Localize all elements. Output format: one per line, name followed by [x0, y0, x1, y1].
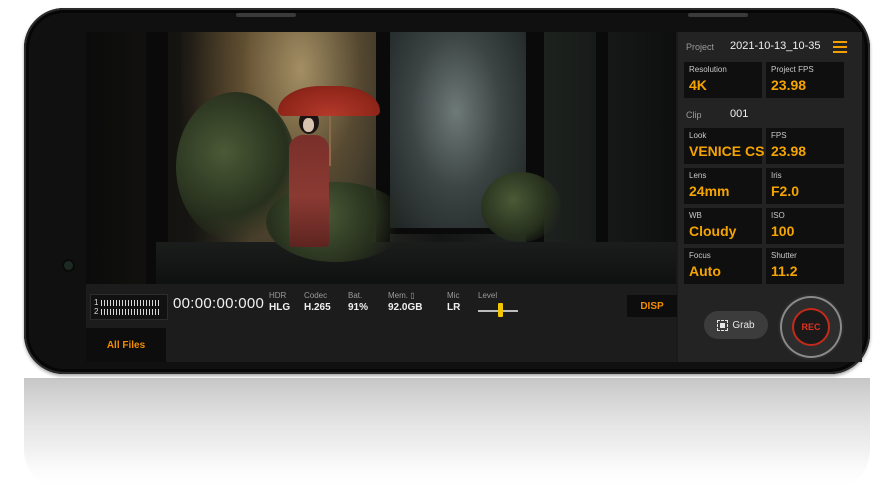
grab-frame-icon [717, 319, 729, 331]
setting-look[interactable]: Look VENICE CS [684, 128, 765, 164]
record-button-label: REC [794, 310, 828, 344]
device-reflection [24, 378, 870, 490]
settings-panel: Project 2021-10-13_10-35 Resolution 4K P… [678, 32, 862, 362]
umbrella-handle [329, 112, 331, 166]
level-slider-handle[interactable] [497, 303, 503, 317]
timecode: 00:00:00:000 [173, 295, 265, 312]
app-screen: 1 2 00:00:00:000 HDR HLG Codec H.265 Bat… [86, 32, 862, 362]
clip-label: Clip [686, 110, 702, 120]
stat-memory: Mem. ▯ 92.0GB [388, 291, 422, 314]
stat-level: Level [478, 291, 497, 301]
front-camera [64, 261, 73, 270]
audio-meter-row: 1 [94, 298, 160, 307]
stat-value: HLG [269, 302, 291, 313]
setting-label: ISO [771, 211, 785, 220]
level-label: Level [478, 291, 498, 300]
viewfinder[interactable] [86, 32, 676, 284]
setting-label: Lens [689, 171, 707, 180]
status-bar: 1 2 00:00:00:000 HDR HLG Codec H.265 Bat… [86, 284, 677, 362]
setting-label: FPS [771, 131, 787, 140]
stat-value: LR [447, 302, 461, 313]
setting-value: 24mm [689, 183, 730, 199]
setting-label: Project FPS [771, 65, 814, 74]
setting-label: Shutter [771, 251, 797, 260]
audio-channel-label: 1 [94, 298, 99, 307]
stat-battery: Bat. 91% [348, 291, 368, 314]
project-name: 2021-10-13_10-35 [730, 40, 821, 52]
setting-lens[interactable]: Lens 24mm [684, 168, 762, 204]
stat-mic: Mic LR [447, 291, 460, 314]
setting-value: 100 [771, 223, 795, 239]
audio-level-bars [101, 300, 160, 306]
phone-device: 1 2 00:00:00:000 HDR HLG Codec H.265 Bat… [24, 8, 870, 374]
setting-resolution[interactable]: Resolution 4K [684, 62, 762, 98]
stat-label: Mem. ▯ [388, 291, 415, 300]
stat-label: HDR [269, 291, 287, 300]
setting-focus[interactable]: Focus Auto [684, 248, 762, 284]
setting-value: 23.98 [771, 143, 807, 159]
stat-value: 91% [348, 302, 369, 313]
grab-button[interactable]: Grab [704, 311, 768, 339]
setting-value: Auto [689, 263, 721, 279]
all-files-button[interactable]: All Files [86, 328, 166, 362]
setting-value: F2.0 [771, 183, 800, 199]
record-button[interactable]: REC [782, 298, 840, 356]
power-button [688, 13, 748, 17]
setting-label: Focus [689, 251, 711, 260]
setting-value: Cloudy [689, 223, 737, 239]
stat-hdr: HDR HLG [269, 291, 290, 314]
stat-codec: Codec H.265 [304, 291, 331, 314]
grab-button-label: Grab [732, 319, 755, 331]
setting-shutter[interactable]: Shutter 11.2 [766, 248, 844, 284]
subject-kimono [289, 135, 329, 247]
setting-value: 4K [689, 77, 707, 93]
reflection-fade [24, 378, 870, 490]
setting-iso[interactable]: ISO 100 [766, 208, 844, 244]
project-row: Project 2021-10-13_10-35 [678, 37, 862, 57]
setting-label: Resolution [689, 65, 727, 74]
setting-wb[interactable]: WB Cloudy [684, 208, 762, 244]
setting-iris[interactable]: Iris F2.0 [766, 168, 844, 204]
audio-meter: 1 2 [90, 294, 168, 320]
stat-value: 92.0GB [388, 302, 423, 313]
subject-face [303, 118, 314, 132]
viewfinder-floor [156, 242, 676, 284]
stat-label: Codec [304, 291, 328, 300]
hamburger-menu-icon[interactable] [833, 41, 847, 53]
audio-level-bars [101, 309, 160, 315]
stat-label: Mic [447, 291, 460, 300]
volume-button [236, 13, 296, 17]
viewfinder-foliage [481, 172, 561, 242]
setting-value: 11.2 [771, 263, 798, 279]
setting-value: VENICE CS [689, 143, 765, 159]
clip-number: 001 [730, 108, 749, 120]
audio-meter-row: 2 [94, 307, 160, 316]
setting-label: Iris [771, 171, 782, 180]
audio-channel-label: 2 [94, 307, 99, 316]
setting-fps[interactable]: FPS 23.98 [766, 128, 844, 164]
stat-value: H.265 [304, 302, 331, 313]
setting-project-fps[interactable]: Project FPS 23.98 [766, 62, 844, 98]
disp-button[interactable]: DISP [627, 295, 677, 317]
setting-label: Look [689, 131, 707, 140]
setting-label: WB [689, 211, 702, 220]
setting-value: 23.98 [771, 77, 807, 93]
stat-label: Bat. [348, 291, 363, 300]
project-label: Project [686, 42, 715, 52]
viewfinder-foliage [266, 182, 406, 262]
